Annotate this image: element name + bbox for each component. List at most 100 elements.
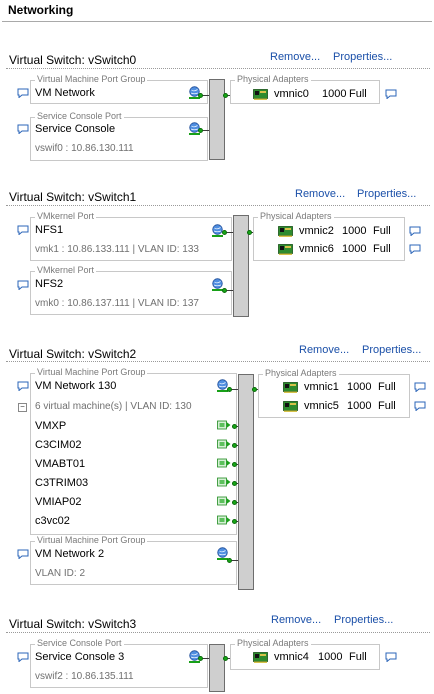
- vm-icon: [217, 419, 231, 432]
- vswitch0-port-dot: [198, 93, 203, 98]
- vswitch3-switch-bar: [209, 644, 225, 692]
- vm-item-c3vc02[interactable]: c3vc02: [35, 515, 70, 527]
- vm-item-c3cim02[interactable]: C3CIM02: [35, 439, 81, 451]
- vmnic5-comment-icon[interactable]: [414, 401, 426, 411]
- vswitch1-properties-link[interactable]: Properties...: [357, 188, 416, 200]
- vm-item-vmiap02[interactable]: VMIAP02: [35, 496, 81, 508]
- vswitch2-port-dot: [232, 481, 237, 486]
- vswitch0-service-console-caption: Service Console Port: [35, 111, 124, 121]
- vmnic6-nic-icon: [278, 244, 293, 255]
- vswitch1-nfs1-caption: VMkernel Port: [35, 211, 97, 221]
- header-divider: [2, 21, 432, 22]
- vm-icon: [217, 495, 231, 508]
- vmnic0-duplex: Full: [349, 88, 367, 100]
- vswitch0-port-dot: [198, 128, 203, 133]
- vm-item-vmabt01[interactable]: VMABT01: [35, 458, 85, 470]
- vmnic6-speed: 1000: [342, 243, 367, 255]
- vmnic0-speed: 1000: [322, 88, 347, 100]
- service-console-comment-icon[interactable]: [17, 124, 29, 134]
- vswitch2-vm-network-2-caption: Virtual Machine Port Group: [35, 535, 148, 545]
- nfs2-detail: vmk0 : 10.86.137.111 | VLAN ID: 137: [35, 298, 199, 309]
- vswitch1-remove-link[interactable]: Remove...: [295, 188, 345, 200]
- vswitch3-uplink-dot: [223, 656, 228, 661]
- vswitch0-title: Virtual Switch: vSwitch0: [9, 53, 137, 67]
- vswitch2-divider: [6, 361, 430, 362]
- vswitch2-port-dot: [232, 424, 237, 429]
- vmnic6-comment-icon[interactable]: [409, 244, 421, 254]
- nfs2-comment-icon[interactable]: [17, 280, 29, 290]
- vswitch0-properties-link[interactable]: Properties...: [333, 51, 392, 63]
- vmnic0-nic-icon: [253, 89, 268, 100]
- vswitch3-properties-link[interactable]: Properties...: [334, 614, 393, 626]
- vswitch2-physical-adapters-caption: Physical Adapters: [263, 368, 339, 378]
- vmnic1-comment-icon[interactable]: [414, 382, 426, 392]
- vswitch2-port-dot: [232, 462, 237, 467]
- vmnic0-comment-icon[interactable]: [385, 89, 397, 99]
- vmnic6-duplex: Full: [373, 243, 391, 255]
- vswitch1-port-dot: [222, 288, 227, 293]
- vm-network-2-comment-icon[interactable]: [17, 549, 29, 559]
- vm-network-comment-icon[interactable]: [17, 88, 29, 98]
- vm-network-2-name: VM Network 2: [35, 548, 105, 560]
- service-console-3-comment-icon[interactable]: [17, 652, 29, 662]
- vswitch1-nfs2-caption: VMkernel Port: [35, 265, 97, 275]
- vm-network-130-comment-icon[interactable]: [17, 381, 29, 391]
- nfs1-comment-icon[interactable]: [17, 225, 29, 235]
- vswitch3-divider: [6, 632, 430, 633]
- vmnic4-nic-icon: [253, 652, 268, 663]
- page-title: Networking: [8, 3, 74, 17]
- vswitch2-port-dot: [227, 387, 232, 392]
- service-console-3-detail: vswif2 : 10.86.135.111: [35, 671, 134, 682]
- vswitch2-vm-network-130-group[interactable]: [30, 373, 237, 535]
- vmnic2-name: vmnic2: [299, 225, 334, 237]
- vm-network-130-name: VM Network 130: [35, 380, 117, 392]
- vm-network-130-detail: 6 virtual machine(s) | VLAN ID: 130: [35, 401, 192, 412]
- vm-item-c3trim03[interactable]: C3TRIM03: [35, 477, 88, 489]
- vswitch3-remove-link[interactable]: Remove...: [271, 614, 321, 626]
- vswitch3-service-console-caption: Service Console Port: [35, 638, 124, 648]
- vswitch3-physical-adapters-caption: Physical Adapters: [235, 638, 311, 648]
- vmnic1-nic-icon: [283, 382, 298, 393]
- service-console-name: Service Console: [35, 123, 116, 135]
- vswitch1-divider: [6, 205, 430, 206]
- vswitch2-port-dot: [232, 443, 237, 448]
- vswitch2-port-dot: [232, 519, 237, 524]
- vmnic4-name: vmnic4: [274, 651, 309, 663]
- vmnic2-speed: 1000: [342, 225, 367, 237]
- vmnic1-duplex: Full: [378, 381, 396, 393]
- vmnic4-duplex: Full: [349, 651, 367, 663]
- vswitch2-vm-network-130-caption: Virtual Machine Port Group: [35, 367, 148, 377]
- vswitch0-uplink-dot: [223, 93, 228, 98]
- vswitch2-properties-link[interactable]: Properties...: [362, 344, 421, 356]
- vm-item-vmxp[interactable]: VMXP: [35, 420, 66, 432]
- vmnic2-comment-icon[interactable]: [409, 226, 421, 236]
- vm-icon: [217, 457, 231, 470]
- vswitch0-vm-network-caption: Virtual Machine Port Group: [35, 74, 148, 84]
- vswitch2-remove-link[interactable]: Remove...: [299, 344, 349, 356]
- vswitch2-port-dot: [232, 500, 237, 505]
- nfs1-detail: vmk1 : 10.86.133.111 | VLAN ID: 133: [35, 244, 199, 255]
- vswitch0-switch-bar: [209, 79, 225, 160]
- vswitch1-port-dot: [222, 230, 227, 235]
- vswitch3-title: Virtual Switch: vSwitch3: [9, 617, 137, 631]
- vswitch2-uplink-dot: [252, 387, 257, 392]
- service-console-detail: vswif0 : 10.86.130.111: [35, 143, 134, 154]
- vswitch1-title: Virtual Switch: vSwitch1: [9, 190, 137, 204]
- collapse-vms-toggle[interactable]: −: [18, 403, 27, 412]
- vswitch0-remove-link[interactable]: Remove...: [270, 51, 320, 63]
- vm-network-name: VM Network: [35, 87, 95, 99]
- vmnic5-duplex: Full: [378, 400, 396, 412]
- vswitch1-physical-adapters-caption: Physical Adapters: [258, 211, 334, 221]
- vm-icon: [217, 476, 231, 489]
- vswitch2-port-dot: [227, 558, 232, 563]
- nfs1-name: NFS1: [35, 224, 64, 236]
- vm-icon: [217, 438, 231, 451]
- vmnic4-comment-icon[interactable]: [385, 652, 397, 662]
- vm-icon: [217, 514, 231, 527]
- vswitch2-switch-bar: [238, 374, 254, 590]
- vmnic2-duplex: Full: [373, 225, 391, 237]
- vswitch2-title: Virtual Switch: vSwitch2: [9, 347, 137, 361]
- vmnic5-name: vmnic5: [304, 400, 339, 412]
- vmnic5-nic-icon: [283, 401, 298, 412]
- vm-network-2-detail: VLAN ID: 2: [35, 568, 86, 579]
